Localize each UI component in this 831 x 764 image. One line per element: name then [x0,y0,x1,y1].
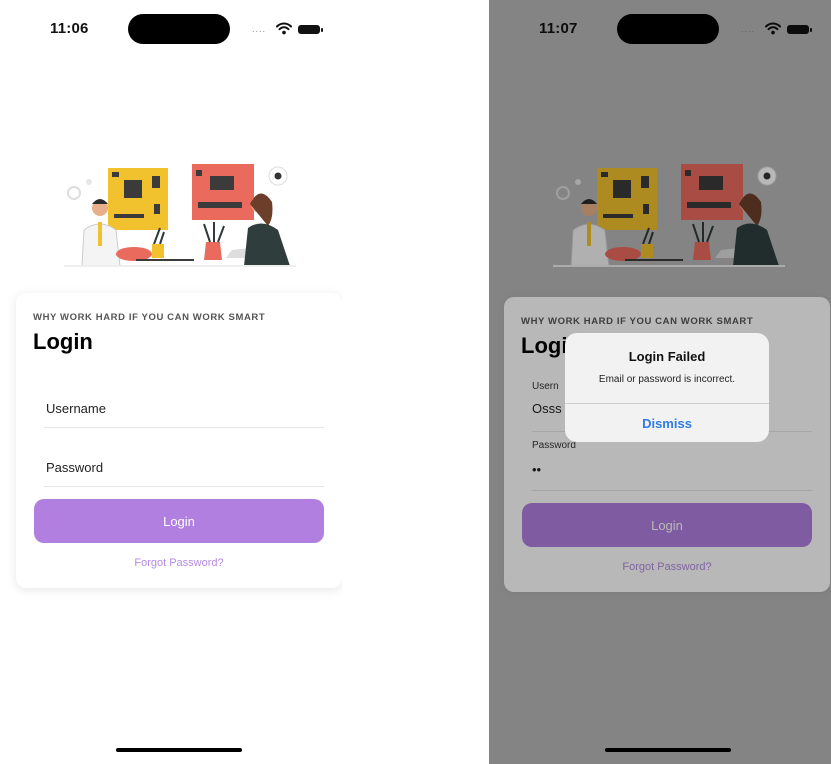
tagline: WHY WORK HARD IF YOU CAN WORK SMART [33,312,266,323]
login-button[interactable]: Login [34,499,324,543]
login-card: WHY WORK HARD IF YOU CAN WORK SMART Logi… [16,293,342,588]
password-field[interactable]: Password [44,448,324,487]
signal-dots-icon: .... [252,24,267,34]
hero-illustration [64,164,296,267]
login-title: Login [33,329,93,354]
battery-icon [298,25,323,34]
alert-message: Email or password is incorrect. [598,374,736,385]
status-icons: .... [252,22,332,36]
dismiss-button[interactable]: Dismiss [565,404,769,442]
password-placeholder: Password [46,460,104,475]
alert-title: Login Failed [628,349,706,364]
home-indicator[interactable] [116,748,242,752]
login-failed-screen: 11:07 .... WHY WORK HARD IF YOU CAN WORK… [489,0,831,764]
login-screen: 11:06 .... WHY WORK HARD IF YOU CAN WORK… [0,0,342,764]
forgot-password-link[interactable]: Forgot Password? [16,557,342,569]
status-bar: 11:06 .... [0,0,342,60]
login-failed-alert: Login Failed Email or password is incorr… [565,333,769,442]
status-time: 11:06 [50,20,89,37]
gear-icon [274,172,282,180]
username-placeholder: Username [46,401,106,416]
wifi-icon [276,22,292,35]
dynamic-island [128,14,230,44]
username-field[interactable]: Username [44,389,324,428]
